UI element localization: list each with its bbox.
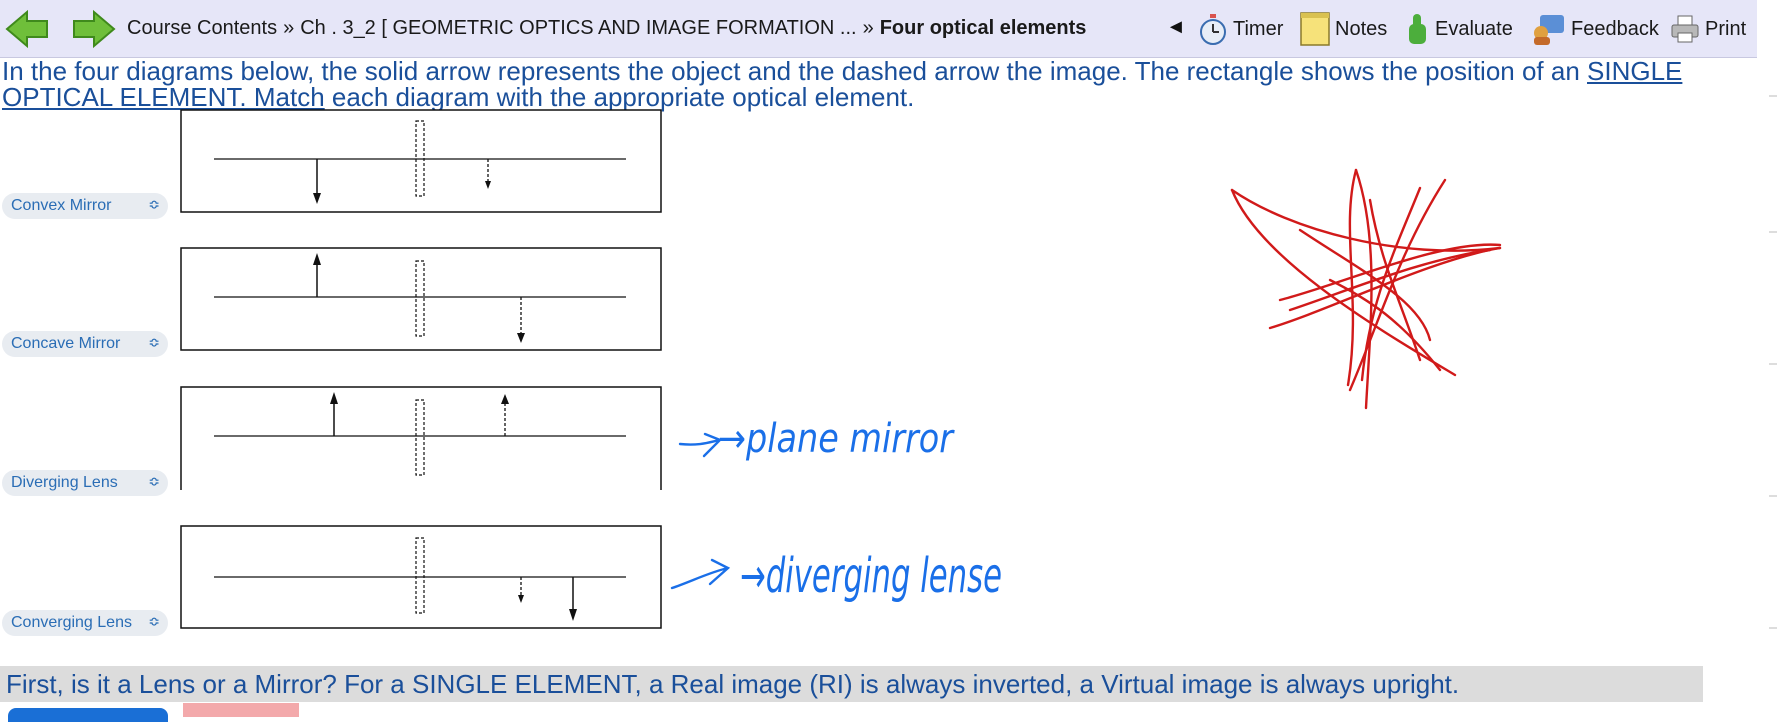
question-part-2: each diagram with the appropriate optica… xyxy=(324,82,915,112)
submit-button[interactable] xyxy=(8,708,168,722)
thumbs-up-icon xyxy=(1409,14,1426,44)
answer-select-3[interactable]: Diverging Lens ≎ xyxy=(2,470,168,496)
chevron-updown-icon: ≎ xyxy=(148,196,160,212)
optics-diagram-4 xyxy=(180,525,662,629)
feedback-button[interactable]: Feedback xyxy=(1532,12,1659,46)
answer-select-4-value: Converging Lens xyxy=(11,614,132,631)
answer-select-3-value: Diverging Lens xyxy=(11,474,118,491)
forward-arrow-icon[interactable] xyxy=(72,8,116,50)
notes-button[interactable]: Notes xyxy=(1300,12,1387,46)
evaluate-label: Evaluate xyxy=(1435,17,1513,40)
optics-diagram-1 xyxy=(180,109,662,213)
hint-text: First, is it a Lens or a Mirror? For a S… xyxy=(6,669,1460,699)
breadcrumb-separator: » xyxy=(862,17,874,39)
print-label: Print xyxy=(1705,17,1747,40)
answer-select-2-value: Concave Mirror xyxy=(11,335,121,352)
breadcrumb-course-link[interactable]: Course Contents xyxy=(127,17,277,39)
notepad-icon xyxy=(1300,12,1330,46)
collapse-tools-button[interactable]: ◄ xyxy=(1166,16,1186,39)
notes-label: Notes xyxy=(1335,17,1388,40)
feedback-label: Feedback xyxy=(1571,17,1659,40)
scrollbar-track[interactable] xyxy=(1765,0,1777,715)
answer-select-1[interactable]: Convex Mirror ≎ xyxy=(2,193,168,219)
stopwatch-icon xyxy=(1200,14,1226,45)
timer-button[interactable]: Timer xyxy=(1198,12,1283,46)
chevron-updown-icon: ≎ xyxy=(148,334,160,350)
handwritten-note-2: →diverging lense xyxy=(740,548,1002,604)
chevron-updown-icon: ≎ xyxy=(148,473,160,489)
breadcrumb-current: Four optical elements xyxy=(879,17,1087,39)
answer-select-4[interactable]: Converging Lens ≎ xyxy=(2,610,168,636)
handwritten-note-1: →plane mirror xyxy=(718,416,955,462)
printer-icon xyxy=(1671,15,1699,43)
answer-select-1-value: Convex Mirror xyxy=(11,197,112,214)
optics-diagram-3 xyxy=(180,386,662,490)
red-scribble xyxy=(1230,168,1502,410)
handwritten-note-plane-mirror: →plane mirror xyxy=(678,416,955,462)
top-toolbar: Course Contents» Ch . 3_2 [ GEOMETRIC OPT… xyxy=(0,0,1757,58)
back-arrow-icon[interactable] xyxy=(5,8,49,50)
breadcrumb: Course Contents» Ch . 3_2 [ GEOMETRIC OPT… xyxy=(127,17,1086,40)
answer-select-2[interactable]: Concave Mirror ≎ xyxy=(2,331,168,357)
question-text: In the four diagrams below, the solid ar… xyxy=(2,58,1742,110)
optics-diagram-2 xyxy=(180,247,662,351)
breadcrumb-separator: » xyxy=(283,17,295,39)
timer-label: Timer xyxy=(1233,17,1284,40)
feedback-icon xyxy=(1534,15,1564,45)
handwritten-note-diverging-lense: →diverging lense xyxy=(670,548,1002,604)
evaluate-button[interactable]: Evaluate xyxy=(1404,12,1513,46)
print-button[interactable]: Print xyxy=(1670,12,1746,46)
breadcrumb-chapter-link[interactable]: Ch . 3_2 [ GEOMETRIC OPTICS AND IMAGE FO… xyxy=(300,17,856,39)
hint-bar: First, is it a Lens or a Mirror? For a S… xyxy=(0,666,1703,702)
chevron-updown-icon: ≎ xyxy=(148,613,160,629)
